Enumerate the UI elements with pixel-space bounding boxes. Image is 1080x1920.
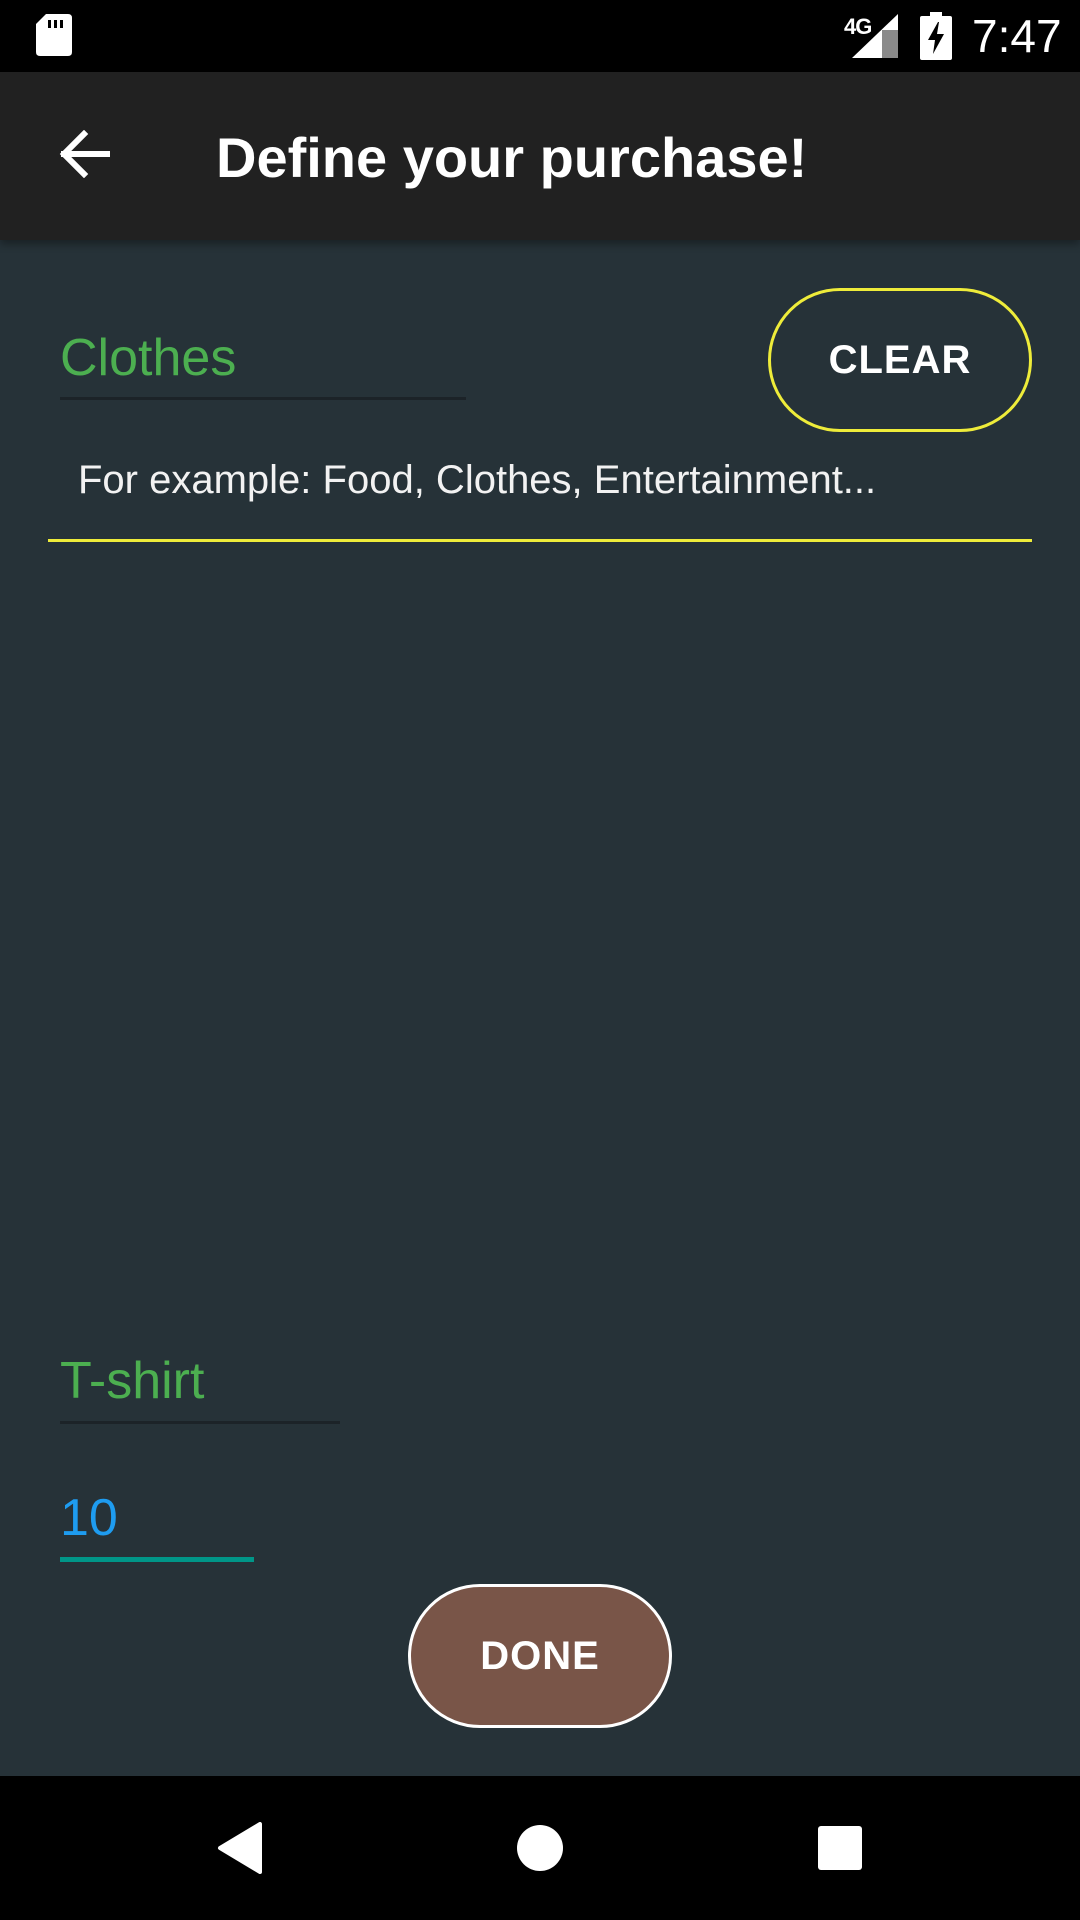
category-hint: For example: Food, Clothes, Entertainmen… <box>78 458 877 502</box>
nav-back-icon <box>218 1822 262 1874</box>
clear-button[interactable]: CLEAR <box>768 288 1032 432</box>
navigation-bar <box>0 1776 1080 1920</box>
nav-home-button[interactable] <box>492 1800 588 1896</box>
clock: 7:47 <box>972 10 1062 62</box>
back-button[interactable] <box>44 114 124 194</box>
item-name-input[interactable] <box>60 1340 340 1424</box>
app-bar: Define your purchase! <box>0 72 1080 240</box>
screen: 4G 7:47 Define your purchase! CLEAR For … <box>0 0 1080 1920</box>
nav-recents-button[interactable] <box>792 1800 888 1896</box>
page-title: Define your purchase! <box>216 126 808 189</box>
sd-card-icon <box>36 14 72 56</box>
hint-divider <box>48 539 1032 542</box>
nav-recents-icon <box>818 1826 862 1870</box>
price-input[interactable] <box>60 1478 254 1562</box>
done-button[interactable]: DONE <box>408 1584 672 1728</box>
nav-back-button[interactable] <box>192 1800 288 1896</box>
arrow-back-icon <box>59 130 110 178</box>
battery-charging-icon <box>920 12 952 60</box>
status-bar: 4G 7:47 <box>0 0 1080 72</box>
nav-home-icon <box>517 1825 563 1871</box>
signal-icon <box>852 14 898 58</box>
category-input[interactable] <box>60 318 466 400</box>
